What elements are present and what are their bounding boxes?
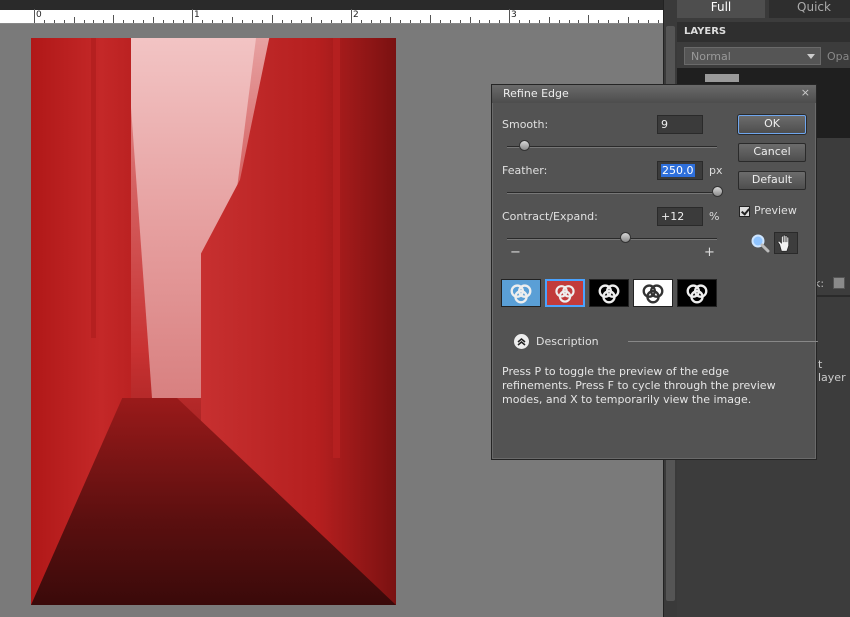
knot-icon	[598, 284, 620, 304]
contract-expand-unit: %	[709, 210, 720, 223]
preview-label: Preview	[754, 204, 797, 217]
feather-value: 250.0	[661, 164, 695, 177]
feather-slider-handle[interactable]	[712, 186, 723, 197]
feather-slider-track[interactable]	[507, 192, 717, 194]
smooth-field[interactable]: 9	[657, 115, 703, 134]
smooth-label: Smooth:	[502, 118, 549, 131]
chevron-down-icon	[807, 54, 815, 59]
horizontal-ruler: 0 1 2 3	[0, 0, 663, 24]
smooth-slider-handle[interactable]	[518, 140, 530, 151]
dialog-title-bar[interactable]: Refine Edge ×	[492, 85, 816, 103]
contract-expand-label: Contract/Expand:	[502, 210, 598, 223]
description-section[interactable]: Description	[514, 334, 818, 350]
dialog-title: Refine Edge	[503, 87, 569, 100]
knot-icon	[642, 284, 664, 304]
cancel-button[interactable]: Cancel	[738, 143, 806, 162]
layers-panel-title: LAYERS	[677, 22, 850, 42]
tab-full[interactable]: Full	[677, 0, 765, 18]
knot-icon	[686, 284, 708, 304]
smooth-slider-track[interactable]	[507, 146, 717, 148]
preview-checkbox[interactable]	[739, 206, 750, 217]
tab-quick[interactable]: Quick	[769, 0, 850, 18]
layer-label: t layer	[818, 358, 846, 384]
feather-field[interactable]: 250.0	[657, 161, 703, 180]
knot-icon	[510, 284, 532, 304]
preview-mode-mask[interactable]	[677, 279, 717, 307]
contract-expand-field[interactable]: +12	[657, 207, 703, 226]
default-button[interactable]: Default	[738, 171, 806, 190]
contract-expand-slider-track[interactable]	[507, 238, 717, 240]
knot-icon	[555, 285, 575, 303]
zoom-tool-icon[interactable]	[750, 233, 770, 253]
ruler-mark-3: 3	[511, 10, 517, 20]
ruler-mark-1: 1	[194, 10, 200, 20]
minus-icon: −	[510, 245, 521, 260]
photo-image	[31, 38, 396, 605]
refine-edge-dialog: Refine Edge × Smooth: 9 Feather: 250.0 p…	[491, 84, 818, 460]
feather-unit: px	[709, 164, 723, 177]
preview-mode-on-white[interactable]	[633, 279, 673, 307]
opacity-label: Opa	[827, 50, 850, 63]
description-label: Description	[536, 335, 599, 348]
chevron-up-icon[interactable]	[514, 334, 529, 349]
blend-mode-select[interactable]: Normal	[684, 47, 821, 65]
contract-expand-slider-handle[interactable]	[619, 232, 631, 243]
hand-tool-icon[interactable]	[774, 232, 798, 254]
contract-expand-value: +12	[661, 210, 685, 223]
preview-mode-quick-mask[interactable]	[545, 279, 585, 307]
preview-mode-on-black[interactable]	[589, 279, 629, 307]
ruler-mark-2: 2	[353, 10, 359, 20]
plus-icon: +	[704, 245, 715, 260]
feather-label: Feather:	[502, 164, 548, 177]
ruler-mark-0: 0	[36, 10, 42, 20]
lock-icon[interactable]	[833, 277, 845, 289]
preview-mode-custom-overlay[interactable]	[501, 279, 541, 307]
smooth-value: 9	[661, 118, 668, 131]
ok-button[interactable]: OK	[738, 115, 806, 134]
layer-thumbnail[interactable]	[705, 74, 739, 82]
close-icon[interactable]: ×	[801, 86, 810, 99]
description-text: Press P to toggle the preview of the edg…	[502, 365, 776, 406]
blend-mode-value: Normal	[691, 50, 731, 63]
